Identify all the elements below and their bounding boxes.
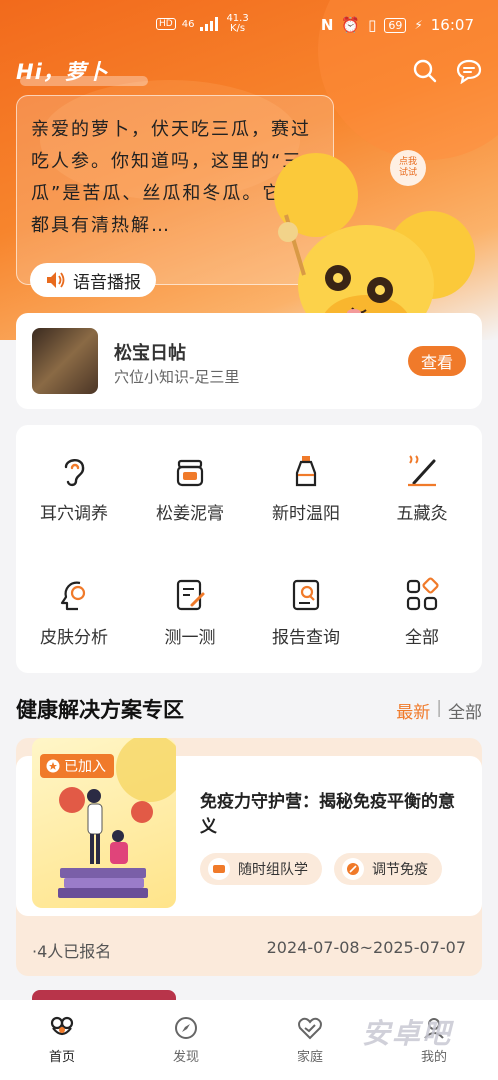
service-ear-acupoint[interactable]: 耳穴调养 (16, 453, 132, 543)
team-icon (208, 858, 230, 880)
try-me-line2: 试试 (398, 168, 417, 178)
tab-label: 首页 (48, 1050, 75, 1065)
battery-icon: 69 (384, 17, 407, 33)
net-speed-unit: K/s (230, 23, 246, 34)
voice-broadcast-label: 语音播报 (73, 272, 141, 293)
view-button[interactable]: 查看 (408, 346, 466, 376)
service-label: 耳穴调养 (40, 504, 108, 524)
clock: 16:07 (430, 16, 474, 34)
try-me-badge[interactable]: 点我 试试 (390, 150, 426, 186)
tag-label: 调节免疫 (372, 862, 428, 878)
ear-icon (64, 459, 85, 487)
greeting: Hi，萝卜 (16, 60, 109, 84)
date-range: 2024-07-08~2025-07-07 (266, 938, 466, 957)
jar-icon (176, 459, 204, 487)
voice-broadcast-button[interactable]: 语音播报 (30, 263, 156, 297)
daily-post-title: 松宝日帖 (114, 343, 186, 364)
service-label: 松姜泥膏 (156, 504, 224, 524)
tab-label: 我的 (420, 1050, 447, 1065)
service-label: 新时温阳 (272, 504, 340, 524)
status-bar: HD 46 41.3 K/s N ⏰ ▯ 69 ⚡ 16:07 (0, 14, 498, 42)
compass-icon (175, 1017, 197, 1039)
face-icon (60, 581, 86, 611)
services-grid: 耳穴调养 松姜泥膏 新时温阳 五藏灸 皮肤分析 测一测 报告查询 全部 (16, 425, 482, 673)
tab-latest[interactable]: 最新 (396, 698, 430, 723)
report-icon (292, 579, 320, 611)
service-self-test[interactable]: 测一测 (132, 577, 248, 667)
tab-label: 发现 (172, 1050, 199, 1065)
speaker-icon (47, 272, 65, 288)
service-label: 报告查询 (272, 628, 340, 648)
daily-post-thumbnail (32, 328, 98, 394)
solution-cover-image: 已加入 (32, 738, 176, 908)
service-label: 测一测 (164, 628, 216, 648)
moxa-icon (408, 455, 436, 487)
search-icon[interactable] (412, 58, 438, 84)
signal-icon (200, 17, 219, 31)
service-all[interactable]: 全部 (364, 577, 480, 667)
signal-label: 46 (181, 18, 195, 30)
pen-icon (342, 858, 364, 880)
solutions-filter-tabs: 最新 | 全部 (396, 698, 482, 723)
alarm-icon: ⏰ (341, 16, 361, 34)
daily-post-subtitle: 穴位小知识-足三里 (114, 368, 240, 386)
bottle-icon (295, 456, 317, 487)
grid-icon (406, 577, 439, 611)
charging-icon: ⚡ (414, 18, 423, 32)
vibrate-icon: ▯ (368, 16, 377, 34)
daily-post-card[interactable]: 松宝日帖 穴位小知识-足三里 查看 (16, 313, 482, 409)
service-moxibustion[interactable]: 五藏灸 (364, 453, 480, 543)
tab-discover[interactable]: 发现 (146, 1016, 226, 1065)
tag-label: 随时组队学 (238, 862, 308, 878)
watermark: 安卓吧 (362, 1017, 453, 1050)
service-label: 五藏灸 (396, 504, 448, 524)
service-ginger-paste[interactable]: 松姜泥膏 (132, 453, 248, 543)
status-left: HD 46 41.3 K/s (156, 14, 249, 34)
status-right: N ⏰ ▯ 69 ⚡ 16:07 (321, 16, 474, 34)
solutions-section-title: 健康解决方案专区 (16, 698, 184, 722)
tab-separator: | (436, 698, 442, 718)
service-skin-analysis[interactable]: 皮肤分析 (16, 577, 132, 667)
family-icon (298, 1017, 322, 1040)
net-speed: 41.3 K/s (226, 14, 248, 34)
service-label: 全部 (405, 628, 439, 648)
star-icon (46, 759, 60, 773)
nfc-icon: N (320, 16, 334, 34)
signup-count: ·4人已报名 (32, 942, 112, 961)
test-icon (176, 579, 205, 611)
joined-label: 已加入 (64, 759, 106, 775)
hd-badge: HD (156, 18, 176, 30)
home-icon (50, 1016, 74, 1036)
service-warm-yang[interactable]: 新时温阳 (248, 453, 364, 543)
tab-all[interactable]: 全部 (448, 698, 482, 723)
tag-chip: 随时组队学 (200, 853, 322, 885)
service-report-query[interactable]: 报告查询 (248, 577, 364, 667)
tab-family[interactable]: 家庭 (270, 1016, 350, 1065)
tab-home[interactable]: 首页 (22, 1016, 102, 1065)
service-label: 皮肤分析 (40, 628, 108, 648)
tag-chip: 调节免疫 (334, 853, 442, 885)
tab-label: 家庭 (296, 1050, 323, 1065)
message-icon[interactable] (456, 58, 482, 84)
joined-badge: 已加入 (40, 754, 114, 778)
try-me-line1: 点我 (398, 157, 417, 167)
solution-card[interactable]: 免疫力守护营：揭秘免疫平衡的意义 随时组队学 调节免疫 已加入 ·4人已报名 2… (16, 738, 482, 976)
solution-title: 免疫力守护营：揭秘免疫平衡的意义 (200, 792, 455, 837)
